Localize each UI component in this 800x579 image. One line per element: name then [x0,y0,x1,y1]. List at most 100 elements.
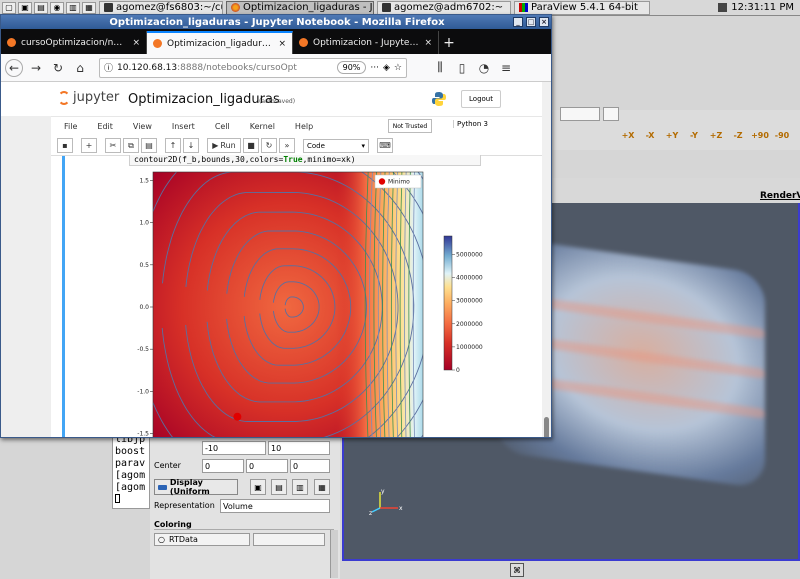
page-actions-icon[interactable]: ··· [370,63,379,73]
restart-icon[interactable]: ↻ [261,138,277,153]
window-titlebar[interactable]: Optimizacion_ligaduras - Jupyter Noteboo… [1,15,551,29]
extension-icon[interactable]: ◔ [475,59,493,77]
task-terminal-1[interactable]: agomez@fs6803:~/cursos [99,0,223,15]
terminal-window[interactable]: libjp boost parav [agom [agom [112,433,150,509]
camera-minus-y-button[interactable]: -Y [686,126,702,144]
close-tab-icon[interactable]: × [424,38,432,48]
display-button[interactable]: Display (Uniform [154,478,238,496]
code-cell[interactable]: contour2D(f_b,bounds,30,colors=True,mini… [129,155,481,166]
camera-minus-x-button[interactable]: -X [642,126,658,144]
close-icon[interactable]: × [539,17,549,27]
tab-curso-notebook[interactable]: cursoOptimizacion/notebook × [1,31,147,54]
paraview-tool-icon[interactable]: ▤ [271,479,287,495]
center-y-input[interactable]: 0 [246,459,288,473]
bookmark-star-icon[interactable]: ☆ [394,63,402,73]
copy-icon[interactable]: ⧉ [123,138,139,153]
move-up-icon[interactable]: ↑ [165,138,181,153]
status-icon[interactable]: ⌘ [510,563,524,577]
pocket-icon[interactable]: ◈ [383,63,390,73]
contour-plot-area [153,172,423,437]
paste-icon[interactable]: ▤ [141,138,157,153]
menu-help[interactable]: Help [282,122,320,131]
restart-run-all-icon[interactable]: » [279,138,295,153]
y-tick-label: 1.0 [139,220,149,227]
keyboard-icon[interactable]: ⌨ [377,138,393,153]
paraview-combo-small[interactable] [603,107,619,121]
new-tab-icon[interactable]: + [439,31,459,54]
camera-minus-z-button[interactable]: -Z [730,126,746,144]
save-icon[interactable]: ▪ [57,138,73,153]
menu-edit[interactable]: Edit [84,122,120,131]
paraview-tool-icon[interactable]: ▦ [314,479,330,495]
url-bar[interactable]: ⓘ 10.120.68.13:8888/notebooks/cursoOpt 9… [99,57,407,78]
tab-optimizacion[interactable]: Optimizacion - Jupyter Note × [293,31,439,54]
properties-scrollbar[interactable] [330,530,338,578]
cell-type-select[interactable]: Code ▾ [303,138,369,153]
axis-x-label: x [399,505,403,512]
representation-select[interactable]: Volume [220,499,330,513]
properties-panel: -10 10 Center 0 0 0 Display (Uniform ▣ ▤… [150,433,340,579]
task-paraview[interactable]: ParaView 5.4.1 64-bit [514,0,650,15]
axis-y-label: y [381,488,385,495]
render-view-tab[interactable]: RenderView [760,191,800,201]
launcher-icon[interactable]: ▢ [2,1,16,14]
logout-button[interactable]: Logout [461,90,501,108]
launcher-icon[interactable]: ◉ [50,1,64,14]
tab-optimizacion-ligaduras[interactable]: Optimizacion_ligaduras - Jup × [147,31,293,54]
site-info-icon[interactable]: ⓘ [104,61,113,74]
task-terminal-2[interactable]: agomez@adm6702:~ [377,0,511,15]
trust-button[interactable]: Not Trusted [388,119,432,133]
page-scrollbar[interactable] [542,82,551,437]
menu-insert[interactable]: Insert [159,122,202,131]
task-firefox[interactable]: Optimizacion_ligaduras - Jupy... [226,0,374,15]
bounds-min-input[interactable]: -10 [202,441,266,455]
colorbar [443,235,453,371]
coloring-component-select[interactable] [253,533,325,546]
run-button[interactable]: ▶ Run [207,138,241,153]
clock[interactable]: 12:31:11 PM [712,1,800,15]
camera-minus-90-button[interactable]: -90 [774,126,790,144]
page-scrollbar-thumb[interactable] [544,417,549,437]
cut-icon[interactable]: ✂ [105,138,121,153]
center-z-input[interactable]: 0 [290,459,330,473]
sidebar-icon[interactable]: ▯ [453,59,471,77]
paraview-tool-icon[interactable]: ▥ [292,479,308,495]
launcher-icon[interactable]: ▤ [34,1,48,14]
colorbar-tick-label: 3000000 [456,298,483,305]
maximize-icon[interactable]: □ [526,17,536,27]
coloring-select[interactable]: ○ RTData [154,533,250,546]
move-down-icon[interactable]: ↓ [183,138,199,153]
menu-kernel[interactable]: Kernel [237,122,282,131]
close-tab-icon[interactable]: × [278,39,286,49]
library-icon[interactable]: ⫼ [431,59,449,77]
camera-plusminus-z-button[interactable]: +Z [708,126,724,144]
bounds-max-input[interactable]: 10 [268,441,330,455]
firefox-icon [231,3,240,12]
close-tab-icon[interactable]: × [132,38,140,48]
paraview-combo[interactable] [560,107,600,121]
interrupt-icon[interactable]: ■ [243,138,259,153]
camera-plusminus-x-button[interactable]: +X [620,126,636,144]
launcher-icon[interactable]: ▦ [82,1,96,14]
notebook-name[interactable]: Optimizacion_ligaduras [128,92,280,107]
camera-plusminus-y-button[interactable]: +Y [664,126,680,144]
reload-icon[interactable]: ↻ [49,59,67,77]
menu-cell[interactable]: Cell [202,122,237,131]
paraview-tool-icon[interactable]: ▣ [250,479,266,495]
jupyter-logo[interactable]: jupyter [58,90,119,105]
menu-file[interactable]: File [51,122,84,131]
camera-plusminus-90-button[interactable]: +90 [751,126,769,144]
launcher-icon[interactable]: ▣ [18,1,32,14]
menu-icon[interactable]: ≡ [497,59,515,77]
center-x-input[interactable]: 0 [202,459,244,473]
zoom-level[interactable]: 90% [336,61,367,74]
jupyter-favicon-icon [153,39,162,48]
y-tick-label: 1.5 [139,177,149,184]
back-icon[interactable]: ← [5,58,23,77]
menu-view[interactable]: View [120,122,159,131]
home-icon[interactable]: ⌂ [71,59,89,77]
forward-icon[interactable]: → [27,59,45,77]
launcher-icon[interactable]: ▥ [66,1,80,14]
minimize-icon[interactable]: _ [513,17,523,27]
insert-cell-icon[interactable]: + [81,138,97,153]
